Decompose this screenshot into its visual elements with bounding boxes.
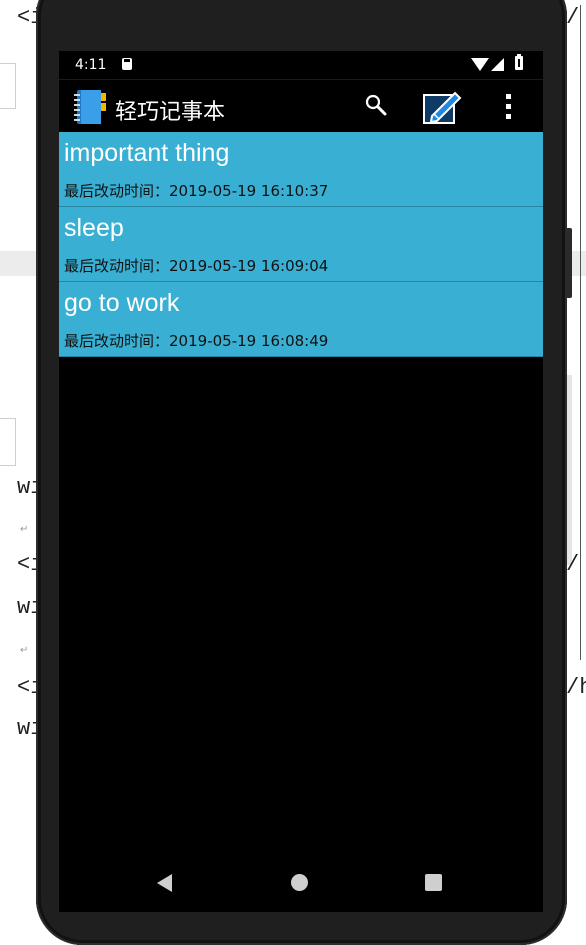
- more-vert-icon[interactable]: [505, 94, 513, 120]
- doc-left-box: [0, 63, 16, 109]
- doc-return-mark-2: ↵: [20, 645, 29, 656]
- note-time-value: 2019-05-19 16:09:04: [169, 257, 329, 275]
- doc-left-box-2: [0, 418, 16, 466]
- note-modified-time: 最后改动时间：2019-05-19 16:08:49: [64, 330, 328, 351]
- note-list: important thing 最后改动时间：2019-05-19 16:10:…: [59, 132, 543, 357]
- note-time-label: 最后改动时间：: [64, 332, 170, 350]
- back-icon[interactable]: [157, 874, 172, 892]
- app-bar: 轻巧记事本: [59, 79, 543, 133]
- navigation-bar: [59, 856, 543, 912]
- note-time-label: 最后改动时间：: [64, 182, 170, 200]
- note-modified-time: 最后改动时间：2019-05-19 16:10:37: [64, 180, 328, 201]
- note-item[interactable]: go to work 最后改动时间：2019-05-19 16:08:49: [59, 282, 543, 357]
- doc-line-3-right: /: [566, 552, 580, 577]
- notebook-app-icon: [72, 89, 110, 125]
- note-title: go to work: [64, 289, 180, 317]
- phone-screen: 4:11 轻巧记事本 important thing 最后改动时间：2019-0…: [59, 51, 543, 912]
- app-title: 轻巧记事本: [115, 100, 226, 125]
- status-time: 4:11: [75, 57, 107, 73]
- status-bar: 4:11: [59, 51, 543, 79]
- doc-line-1-right: /: [566, 5, 580, 30]
- recents-icon[interactable]: [425, 874, 442, 891]
- sd-card-icon: [122, 58, 132, 70]
- home-icon[interactable]: [291, 874, 308, 891]
- note-time-label: 最后改动时间：: [64, 257, 170, 275]
- note-title: important thing: [64, 139, 230, 167]
- note-modified-time: 最后改动时间：2019-05-19 16:09:04: [64, 255, 328, 276]
- doc-line-5-right: /h: [566, 675, 586, 700]
- doc-right-border: [580, 5, 581, 660]
- edit-note-icon[interactable]: [422, 89, 462, 125]
- volume-button: [566, 228, 572, 298]
- note-title: sleep: [64, 214, 124, 242]
- search-icon[interactable]: [364, 93, 388, 117]
- cell-signal-icon: [491, 58, 504, 71]
- battery-icon: [515, 54, 523, 70]
- note-time-value: 2019-05-19 16:10:37: [169, 182, 329, 200]
- doc-return-mark-1: ↵: [20, 524, 29, 535]
- note-item[interactable]: important thing 最后改动时间：2019-05-19 16:10:…: [59, 132, 543, 207]
- note-time-value: 2019-05-19 16:08:49: [169, 332, 329, 350]
- wifi-icon: [471, 58, 489, 71]
- note-item[interactable]: sleep 最后改动时间：2019-05-19 16:09:04: [59, 207, 543, 282]
